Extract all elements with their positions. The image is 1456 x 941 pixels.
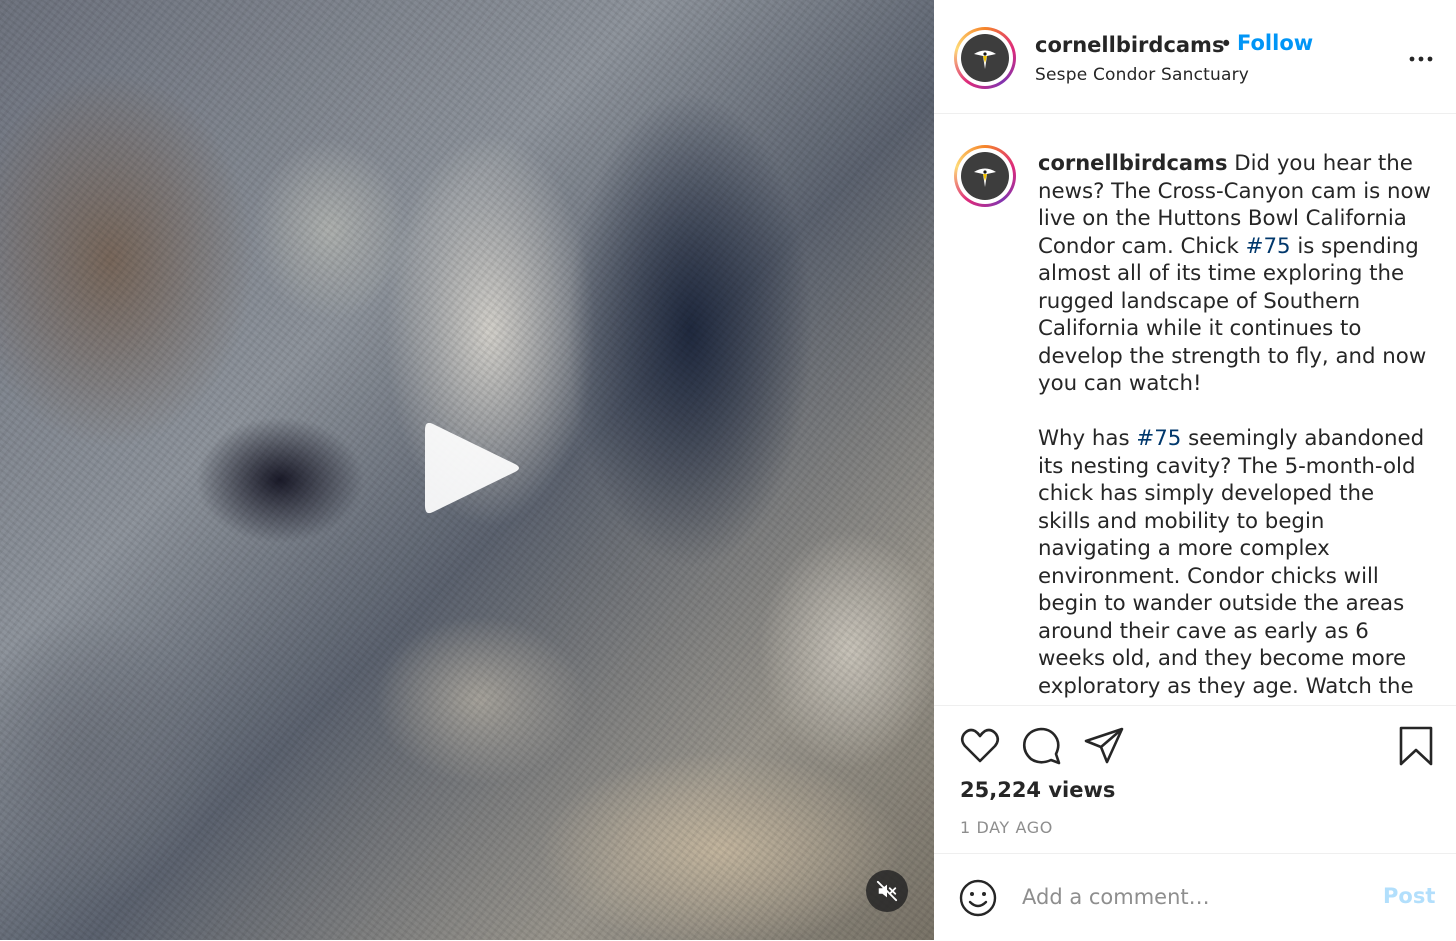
- post-details-panel: cornellbirdcams • Follow Sespe Condor Sa…: [934, 0, 1456, 940]
- post-comment-button[interactable]: Post: [1383, 884, 1435, 908]
- hashtag-link[interactable]: #75: [1246, 234, 1291, 259]
- avatar[interactable]: [954, 27, 1016, 89]
- bird-logo-icon: [974, 50, 996, 69]
- hashtag-link[interactable]: #75: [1136, 426, 1181, 451]
- heart-icon[interactable]: [958, 724, 1002, 768]
- post-caption: cornellbirdcams Did you hear the news? T…: [1038, 150, 1433, 698]
- caption-avatar[interactable]: [954, 145, 1016, 207]
- follow-button[interactable]: Follow: [1237, 31, 1313, 55]
- comment-input[interactable]: [1022, 882, 1342, 912]
- more-options-icon[interactable]: [1404, 44, 1438, 74]
- emoji-icon[interactable]: [958, 878, 998, 918]
- bird-logo-icon: [974, 168, 996, 187]
- post-header: cornellbirdcams • Follow Sespe Condor Sa…: [934, 0, 1456, 114]
- post-timestamp[interactable]: 1 DAY AGO: [960, 818, 1053, 837]
- location-link[interactable]: Sespe Condor Sanctuary: [1035, 65, 1249, 85]
- mute-button[interactable]: [866, 870, 908, 912]
- play-icon[interactable]: [423, 416, 523, 520]
- comment-icon[interactable]: [1020, 724, 1064, 768]
- separator-dot: •: [1220, 32, 1233, 56]
- action-bar: 25,224 views 1 DAY AGO: [934, 705, 1456, 854]
- caption-paragraph: Why has #75 seemingly abandoned its nest…: [1038, 426, 1425, 698]
- view-count[interactable]: 25,224 views: [960, 778, 1115, 802]
- video-player[interactable]: [0, 0, 934, 940]
- comment-bar: Post: [934, 853, 1456, 941]
- post-username[interactable]: cornellbirdcams: [1035, 33, 1224, 57]
- share-icon[interactable]: [1082, 724, 1126, 768]
- bookmark-icon[interactable]: [1394, 724, 1438, 768]
- muted-speaker-icon: [876, 880, 898, 902]
- caption-paragraph: cornellbirdcams Did you hear the news? T…: [1038, 151, 1431, 396]
- caption-username[interactable]: cornellbirdcams: [1038, 151, 1227, 175]
